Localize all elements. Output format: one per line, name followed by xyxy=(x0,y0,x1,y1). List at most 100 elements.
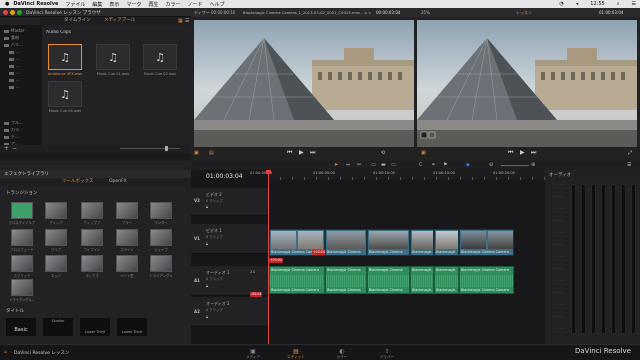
lock-icon[interactable]: 🔒︎ xyxy=(206,204,208,209)
add-bin-icon[interactable]: + xyxy=(4,145,9,152)
audio-meter-toggle-icon[interactable]: ☰ xyxy=(627,162,631,168)
audio-clip[interactable]: Blackmagic Cinema Blackmagic Cinema xyxy=(325,266,367,294)
volume-icon[interactable]: ◂ xyxy=(576,1,579,7)
bin-sub-5[interactable]: ... xyxy=(9,77,20,83)
track-header-v1[interactable]: V1 ビデオ 1 6 クリップ 🔒︎ xyxy=(191,224,268,254)
go-to-end-icon[interactable]: ⏭ xyxy=(310,149,315,157)
bin-paris[interactable]: バリ... xyxy=(4,42,23,48)
trim-tool-icon[interactable]: ⇔ xyxy=(346,162,350,168)
fullscreen-icon[interactable]: ⤢ xyxy=(628,150,632,156)
transition-thumbnail[interactable] xyxy=(116,255,138,272)
search-icon[interactable]: ⌕ xyxy=(617,1,620,7)
zoom-out-icon[interactable]: ⊖ xyxy=(489,162,493,168)
bin-full[interactable]: フル... xyxy=(4,120,23,126)
marker-icon[interactable]: ◆ xyxy=(466,162,470,168)
transition-thumbnail[interactable] xyxy=(116,229,138,246)
minimize-window-button[interactable] xyxy=(10,10,15,15)
playhead[interactable] xyxy=(268,170,269,344)
lock-icon[interactable]: 🔒︎ xyxy=(206,283,208,288)
thumbnail-size-slider[interactable] xyxy=(120,148,180,149)
transition-thumbnail[interactable] xyxy=(45,202,67,219)
timeline-tracks[interactable] xyxy=(268,180,545,344)
video-clip[interactable]: Blackmagic xyxy=(434,229,459,256)
bin-sub-6[interactable]: ... xyxy=(9,84,20,90)
bin-footage[interactable]: 素材 xyxy=(4,35,19,41)
video-clip[interactable]: Blackmagic Cinema Camera xyxy=(459,229,514,256)
page-color[interactable]: ◐ カラー xyxy=(330,348,354,360)
menu-color[interactable]: カラー xyxy=(165,1,180,8)
program-mark-icon[interactable]: ▣ xyxy=(421,150,426,156)
tab-openfx[interactable]: OpenFX xyxy=(105,178,131,186)
bin-sub-1[interactable]: ... xyxy=(9,49,20,55)
home-icon[interactable]: ⌂ xyxy=(4,350,7,355)
clock[interactable]: 12:55 xyxy=(590,1,604,7)
transition-thumbnail[interactable] xyxy=(11,279,33,296)
transition-thumbnail[interactable] xyxy=(150,255,172,272)
transition-thumbnail[interactable] xyxy=(81,255,103,272)
source-mark-icon[interactable]: ▣ xyxy=(194,150,199,156)
bin-master[interactable]: Master xyxy=(4,28,25,34)
viewer-mode[interactable]: ディザー xyxy=(194,10,210,16)
video-clip[interactable]: Blackmagic xyxy=(410,229,434,256)
timeline-viewer-image[interactable] xyxy=(417,20,637,147)
menu-file[interactable]: ファイル xyxy=(65,1,85,8)
bin-color[interactable]: カラ... xyxy=(4,127,23,133)
timeline-zoom-slider[interactable] xyxy=(501,165,529,166)
menu-edit[interactable]: 編集 xyxy=(92,1,102,8)
page-deliver[interactable]: ⇧ デリバー xyxy=(375,348,399,360)
replace-icon[interactable]: ▭ xyxy=(391,162,396,168)
transition-thumbnail[interactable] xyxy=(150,202,172,219)
audio-clip[interactable]: Blackmagic Cinema Camera Blackmagic Cinem… xyxy=(459,266,514,294)
menu-playback[interactable]: 再生 xyxy=(148,1,158,8)
video-clip[interactable]: Blackmagic Cinema xyxy=(367,229,410,256)
menu-help[interactable]: ヘルプ xyxy=(210,1,225,8)
apple-icon[interactable]: ● xyxy=(5,1,9,7)
play-icon[interactable]: ▶ xyxy=(520,149,525,156)
transition-thumbnail[interactable] xyxy=(11,202,33,219)
lock-icon[interactable]: 🔒︎ xyxy=(206,241,208,246)
clip-thumbnail[interactable]: ♫ xyxy=(48,81,82,107)
bin-sub-3[interactable]: ... xyxy=(9,63,20,69)
menu-nodes[interactable]: ノード xyxy=(187,1,202,8)
audio-clip[interactable]: Blackmagic Cinema Camera Blackmagic Cinem… xyxy=(269,266,325,294)
bin-sub-2[interactable]: ... xyxy=(9,56,20,62)
transition-thumbnail[interactable] xyxy=(45,229,67,246)
tab-toolbox[interactable]: ツールボックス xyxy=(58,178,97,186)
transition-thumbnail[interactable] xyxy=(81,229,103,246)
page-edit[interactable]: ▤ エディット xyxy=(284,348,308,360)
go-to-end-icon[interactable]: ⏭ xyxy=(531,149,536,157)
video-clip[interactable]: Blackmagic Cinema xyxy=(325,229,367,256)
page-media[interactable]: ▣ メディア xyxy=(241,348,265,360)
title-template[interactable]: Lower Third xyxy=(80,318,110,336)
flag-icon[interactable]: ⚑ xyxy=(443,162,447,168)
transition-thumbnail[interactable] xyxy=(81,202,103,219)
transition-thumbnail[interactable] xyxy=(11,229,33,246)
title-template[interactable]: Basic xyxy=(6,318,36,336)
list-view-icon[interactable]: ☰ xyxy=(185,18,189,24)
remove-bin-icon[interactable]: − xyxy=(12,145,17,152)
viewer-zoom[interactable]: 25% xyxy=(421,10,430,15)
app-menu[interactable]: DaVinci Resolve xyxy=(13,1,58,7)
clip-thumbnail[interactable]: ♫ xyxy=(48,44,82,70)
snapping-icon[interactable]: C xyxy=(419,162,423,168)
timeline-ruler[interactable]: 01:00:00:00 01:00:05:00 01:00:10:00 01:0… xyxy=(250,170,545,180)
grid-view-icon[interactable]: ▦ xyxy=(178,18,183,24)
zoom-window-button[interactable] xyxy=(17,10,22,15)
playhead-handle[interactable] xyxy=(266,170,271,174)
clip-thumbnail[interactable]: ♫ xyxy=(96,44,130,70)
bin-te[interactable]: テ... xyxy=(4,134,19,140)
bin-sub-4[interactable]: ... xyxy=(9,70,20,76)
audio-clip[interactable]: Blackmagic Cinema Blackmagic Cinema xyxy=(367,266,410,294)
zoom-in-icon[interactable]: ⊕ xyxy=(531,162,535,168)
track-header-v2[interactable]: V2 ビデオ 2 0 クリップ 🔒︎ xyxy=(191,188,268,216)
track-header-a2[interactable]: A2 オーディオ 2 0 クリップ 🔒︎ xyxy=(191,297,268,327)
tab-timeline[interactable]: タイムライン xyxy=(60,17,95,25)
audio-clip[interactable]: Blackmagic Blackmagic xyxy=(434,266,459,294)
selection-tool-icon[interactable]: ➤ xyxy=(334,162,338,168)
close-window-button[interactable] xyxy=(3,10,8,15)
clip-thumbnail[interactable]: ♫ xyxy=(143,44,177,70)
source-audio-icon[interactable]: ▤ xyxy=(209,150,214,156)
link-icon[interactable]: ⚭ xyxy=(431,162,435,168)
tab-media-pool[interactable]: メディアプール xyxy=(100,17,139,25)
menu-view[interactable]: 表示 xyxy=(109,1,119,8)
